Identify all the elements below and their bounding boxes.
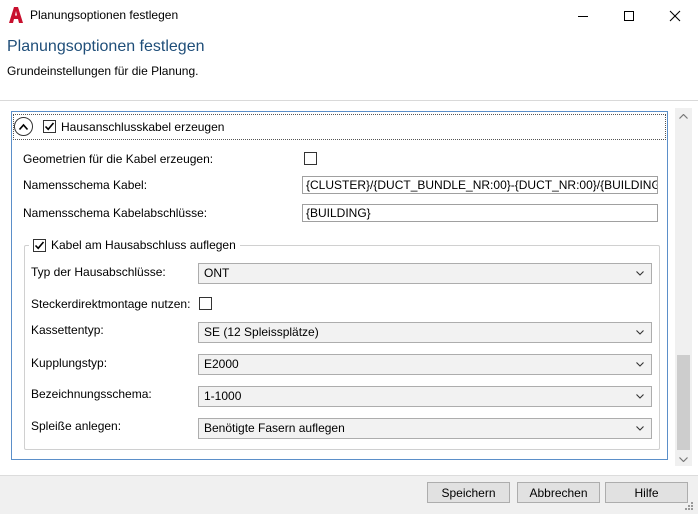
geometry-label: Geometrien für die Kabel erzeugen: [23, 152, 214, 166]
bezeichnung-label: Bezeichnungsschema: [31, 387, 152, 401]
naming-cable-label: Namensschema Kabel: [23, 178, 148, 192]
scroll-down-button[interactable] [675, 451, 692, 468]
minimize-button[interactable] [560, 0, 606, 31]
kassette-label: Kassettentyp: [31, 323, 104, 337]
section-checkbox[interactable] [43, 120, 56, 133]
typ-dropdown[interactable]: ONT [198, 263, 652, 284]
kassette-dropdown[interactable]: SE (12 Spleissplätze) [198, 322, 652, 343]
typ-label: Typ der Hausabschlüsse: [31, 265, 166, 279]
chevron-down-icon [636, 426, 644, 431]
stecker-checkbox[interactable] [199, 297, 212, 310]
stecker-label: Steckerdirektmontage nutzen: [31, 297, 191, 311]
typ-value: ONT [204, 266, 230, 280]
naming-cable-field[interactable]: {CLUSTER}/{DUCT_BUNDLE_NR:00}-{DUCT_NR:0… [302, 176, 658, 194]
chevron-down-icon [636, 394, 644, 399]
geometry-checkbox[interactable] [304, 152, 317, 165]
triangle-down-icon [679, 457, 688, 462]
kupplung-dropdown[interactable]: E2000 [198, 354, 652, 375]
naming-termination-label: Namensschema Kabelabschlüsse: [23, 206, 208, 220]
spleisse-value: Benötigte Fasern auflegen [204, 421, 345, 435]
autocad-a-icon [9, 7, 23, 23]
chevron-down-icon [636, 271, 644, 276]
window-title: Planungsoptionen festlegen [30, 8, 179, 22]
save-button[interactable]: Speichern [427, 482, 510, 503]
help-button[interactable]: Hilfe [605, 482, 688, 503]
kassette-value: SE (12 Spleissplätze) [204, 325, 319, 339]
page-title: Planungsoptionen festlegen [7, 38, 205, 55]
bezeichnung-value: 1-1000 [204, 389, 242, 403]
checkmark-icon [44, 122, 55, 131]
minimize-icon [578, 15, 588, 17]
close-button[interactable] [652, 0, 698, 31]
group-label: Kabel am Hausabschluss auflegen [51, 238, 236, 252]
naming-termination-field[interactable]: {BUILDING} [302, 204, 658, 222]
scroll-up-button[interactable] [675, 108, 692, 125]
chevron-up-icon [18, 123, 29, 130]
resize-grip-icon[interactable] [684, 500, 694, 510]
group-checkbox[interactable] [33, 238, 46, 252]
page-subtitle: Grundeinstellungen für die Planung. [7, 64, 199, 78]
kupplung-value: E2000 [204, 357, 239, 371]
section-label: Hausanschlusskabel erzeugen [61, 120, 225, 134]
chevron-down-icon [636, 362, 644, 367]
kupplung-label: Kupplungstyp: [31, 356, 108, 370]
spleisse-label: Spleiße anlegen: [31, 419, 122, 433]
scroll-thumb[interactable] [677, 355, 690, 450]
collapse-button[interactable] [14, 117, 33, 136]
spleisse-dropdown[interactable]: Benötigte Fasern auflegen [198, 418, 652, 439]
triangle-up-icon [679, 114, 688, 119]
cancel-button[interactable]: Abbrechen [517, 482, 600, 503]
maximize-button[interactable] [606, 0, 652, 31]
maximize-icon [624, 10, 634, 21]
group-legend: Kabel am Hausabschluss auflegen [29, 237, 240, 253]
header-divider [0, 100, 698, 101]
checkmark-icon [34, 240, 45, 249]
chevron-down-icon [636, 330, 644, 335]
close-icon [669, 10, 681, 21]
bezeichnung-dropdown[interactable]: 1-1000 [198, 386, 652, 407]
